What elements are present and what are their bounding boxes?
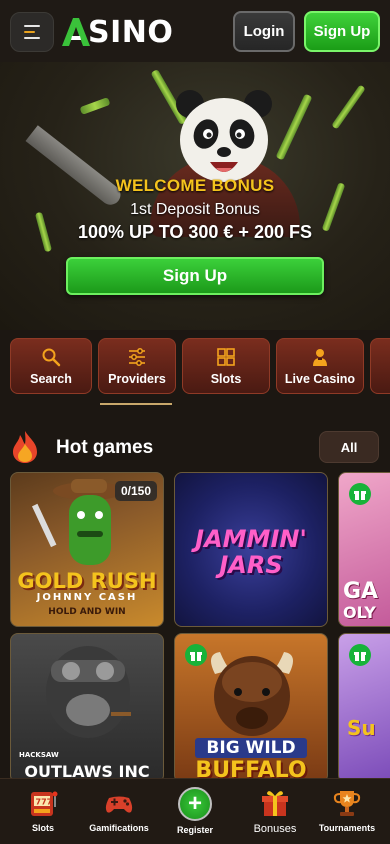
game-tile-outlaws-inc[interactable]: HACKSAW OUTLAWS INC [10, 633, 164, 783]
category-live-casino[interactable]: Live Casino [276, 338, 364, 394]
slot-machine-icon: 777 [31, 791, 58, 816]
nav-label: Tournaments [318, 823, 376, 833]
gift-icon [349, 644, 371, 666]
game-tile-big-wild-buffalo[interactable]: BIG WILD BUFFALO [174, 633, 328, 783]
nav-slots[interactable]: 777 Slots [4, 787, 82, 833]
svg-text:777: 777 [36, 798, 53, 807]
dealer-icon [313, 348, 327, 366]
category-label: Slots [210, 371, 242, 386]
sword-decoration [25, 125, 125, 209]
deposit-bonus-text: 1st Deposit Bonus [130, 201, 260, 218]
hero-signup-button[interactable]: Sign Up [66, 257, 324, 295]
plus-icon: + [178, 787, 212, 821]
hot-games-title: Hot games [56, 437, 154, 458]
active-category-underline [100, 403, 172, 405]
view-all-button[interactable]: All [319, 431, 379, 463]
buffalo-character-icon [211, 652, 293, 736]
category-search[interactable]: Search [10, 338, 92, 394]
trophy-icon [333, 791, 361, 816]
bonus-offer-text: 100% UP TO 300 € + 200 FS [78, 222, 312, 242]
bottom-navigation: 777 Slots Gamifications + Register Bonus… [0, 778, 390, 844]
hamburger-icon [24, 25, 40, 27]
game-tag: HOLD AND WIN [48, 607, 126, 617]
nav-gamifications[interactable]: Gamifications [80, 787, 158, 833]
hot-games-header: Hot games All [0, 428, 390, 466]
game-title: JAMMIN' [195, 525, 307, 553]
nav-label: Bonuses [253, 823, 297, 835]
game-tile-partial-right-2[interactable]: Su [338, 633, 390, 783]
game-provider: HACKSAW [19, 751, 59, 759]
signup-button[interactable]: Sign Up [304, 11, 380, 52]
game-title: Su [347, 716, 376, 740]
game-title: GOLD RUSH [17, 569, 157, 593]
sliders-icon [129, 347, 145, 366]
top-header: SINO Login Sign Up [0, 0, 390, 62]
nav-label: Register [176, 825, 213, 835]
gorilla-character-icon [46, 646, 131, 738]
welcome-banner: WELCOME BONUS 1st Deposit Bonus 100% UP … [0, 62, 390, 330]
gamepad-icon [105, 796, 133, 813]
category-bar: Search Providers Slots Live Casino [0, 338, 390, 408]
game-subtitle: OLY [343, 603, 376, 622]
game-title: BIG WILD [195, 738, 307, 758]
category-label: Search [30, 371, 72, 386]
grid-icon [217, 347, 235, 366]
gift-icon [349, 483, 371, 505]
category-label: Live Casino [284, 371, 356, 386]
game-subtitle: JARS [219, 551, 283, 579]
flame-icon [13, 431, 37, 463]
game-tile-partial-right-1[interactable]: GA OLY [338, 472, 390, 627]
nav-label: Slots [31, 823, 54, 833]
nav-bonuses[interactable]: Bonuses [236, 787, 314, 835]
game-tile-gold-rush[interactable]: 0/150 GOLD RUSH JOHNNY CASH HOLD AND WIN [10, 472, 164, 627]
category-slots[interactable]: Slots [182, 338, 270, 394]
login-button[interactable]: Login [233, 11, 295, 52]
game-subtitle: JOHNNY CASH [36, 592, 138, 603]
menu-button[interactable] [10, 12, 54, 52]
welcome-bonus-title: WELCOME BONUS [115, 176, 275, 195]
game-progress-badge: 0/150 [114, 481, 157, 501]
nav-register[interactable]: + Register [156, 787, 234, 835]
logo[interactable]: SINO [62, 14, 173, 50]
game-tile-jammin-jars[interactable]: JAMMIN' JARS [174, 472, 328, 627]
search-icon [42, 348, 61, 366]
category-more[interactable] [370, 338, 390, 394]
logo-text: SINO [88, 14, 174, 50]
game-title: GA [343, 579, 379, 604]
category-providers[interactable]: Providers [98, 338, 176, 394]
bamboo-decoration [79, 97, 111, 115]
nav-tournaments[interactable]: Tournaments [308, 787, 386, 833]
category-label: Providers [108, 371, 166, 386]
nav-label: Gamifications [89, 823, 149, 833]
logo-a-icon [62, 18, 90, 46]
gift-box-icon [262, 791, 288, 816]
